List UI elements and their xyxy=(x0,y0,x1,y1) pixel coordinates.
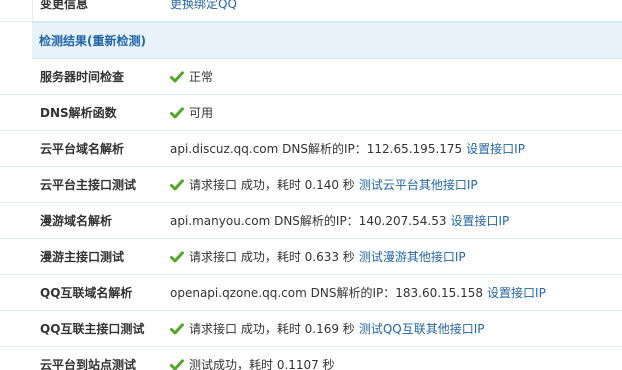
result-action-link[interactable]: 设置接口IP xyxy=(466,140,525,157)
result-row: 云平台到站点测试 测试成功，耗时 0.1107 秒 xyxy=(0,347,622,370)
result-text: 请求接口 成功，耗时 0.140 秒 xyxy=(189,178,355,192)
result-label: 云平台域名解析 xyxy=(40,142,125,156)
section-title: 检测结果(重新检测) xyxy=(39,34,146,48)
result-row: 服务器时间检查 正常 xyxy=(0,59,622,95)
result-label: QQ互联主接口测试 xyxy=(40,322,145,336)
result-text: 测试成功，耗时 0.1107 秒 xyxy=(189,358,335,370)
result-value: 正常 xyxy=(170,59,213,94)
result-text: 请求接口 成功，耗时 0.633 秒 xyxy=(189,250,355,264)
result-row: 云平台域名解析 api.discuz.qq.com DNS解析的IP：112.65… xyxy=(0,131,622,167)
section-header-results: 检测结果(重新检测) xyxy=(32,22,622,59)
result-row: DNS解析函数 可用 xyxy=(0,95,622,131)
result-row: 漫游主接口测试 请求接口 成功，耗时 0.633 秒测试漫游其他接口IP xyxy=(0,239,622,275)
check-icon xyxy=(170,358,184,370)
result-label: 漫游域名解析 xyxy=(40,214,113,228)
result-text: 请求接口 成功，耗时 0.169 秒 xyxy=(189,322,355,336)
result-action-link[interactable]: 测试云平台其他接口IP xyxy=(359,176,478,193)
result-label: 云平台主接口测试 xyxy=(40,178,137,192)
cloud-diagnostics-page: 变更信息 更换绑定QQ 检测结果(重新检测) 服务器时间检查 正常 DNS解析函数 可… xyxy=(0,0,622,370)
result-action-link[interactable]: 测试漫游其他接口IP xyxy=(359,248,466,265)
recheck-link[interactable]: 重新检测 xyxy=(93,34,141,48)
result-text: 正常 xyxy=(189,70,214,84)
result-label: 服务器时间检查 xyxy=(40,70,125,84)
result-value: 请求接口 成功，耗时 0.140 秒测试云平台其他接口IP xyxy=(170,167,478,202)
change-bound-qq-link[interactable]: 更换绑定QQ xyxy=(170,0,237,12)
result-label: 漫游主接口测试 xyxy=(40,250,125,264)
result-action-link[interactable]: 测试QQ互联其他接口IP xyxy=(359,320,485,337)
check-icon xyxy=(170,106,184,119)
result-text: 可用 xyxy=(189,106,214,120)
result-row: 漫游域名解析 api.manyou.com DNS解析的IP：140.207.54… xyxy=(0,203,622,239)
result-text: api.discuz.qq.com DNS解析的IP：112.65.195.17… xyxy=(170,142,463,156)
result-label: 云平台到站点测试 xyxy=(40,358,137,370)
result-action-link[interactable]: 设置接口IP xyxy=(450,212,509,229)
result-value: 请求接口 成功，耗时 0.169 秒测试QQ互联其他接口IP xyxy=(170,311,484,346)
result-label: QQ互联域名解析 xyxy=(40,286,133,300)
check-icon xyxy=(170,70,184,83)
result-value: openapi.qzone.qq.com DNS解析的IP：183.60.15.… xyxy=(170,275,546,310)
check-icon xyxy=(170,322,184,335)
check-icon xyxy=(170,250,184,263)
result-value: api.discuz.qq.com DNS解析的IP：112.65.195.17… xyxy=(170,131,525,166)
result-text: api.manyou.com DNS解析的IP：140.207.54.53 xyxy=(170,214,447,228)
result-action-link[interactable]: 设置接口IP xyxy=(487,284,546,301)
result-value: 请求接口 成功，耗时 0.633 秒测试漫游其他接口IP xyxy=(170,239,466,274)
result-text: openapi.qzone.qq.com DNS解析的IP：183.60.15.… xyxy=(170,286,484,300)
result-value: api.manyou.com DNS解析的IP：140.207.54.53 设置接… xyxy=(170,203,509,238)
result-label: DNS解析函数 xyxy=(40,106,117,120)
result-value: 测试成功，耗时 0.1107 秒 xyxy=(170,347,335,370)
info-row-change: 变更信息 更换绑定QQ xyxy=(0,0,622,22)
divider xyxy=(32,0,33,22)
row-label: 变更信息 xyxy=(40,0,89,11)
result-row: 云平台主接口测试 请求接口 成功，耗时 0.140 秒测试云平台其他接口IP xyxy=(0,167,622,203)
result-row: QQ互联域名解析 openapi.qzone.qq.com DNS解析的IP：18… xyxy=(0,275,622,311)
result-value: 可用 xyxy=(170,95,213,130)
check-icon xyxy=(170,178,184,191)
result-row: QQ互联主接口测试 请求接口 成功，耗时 0.169 秒测试QQ互联其他接口IP xyxy=(0,311,622,347)
